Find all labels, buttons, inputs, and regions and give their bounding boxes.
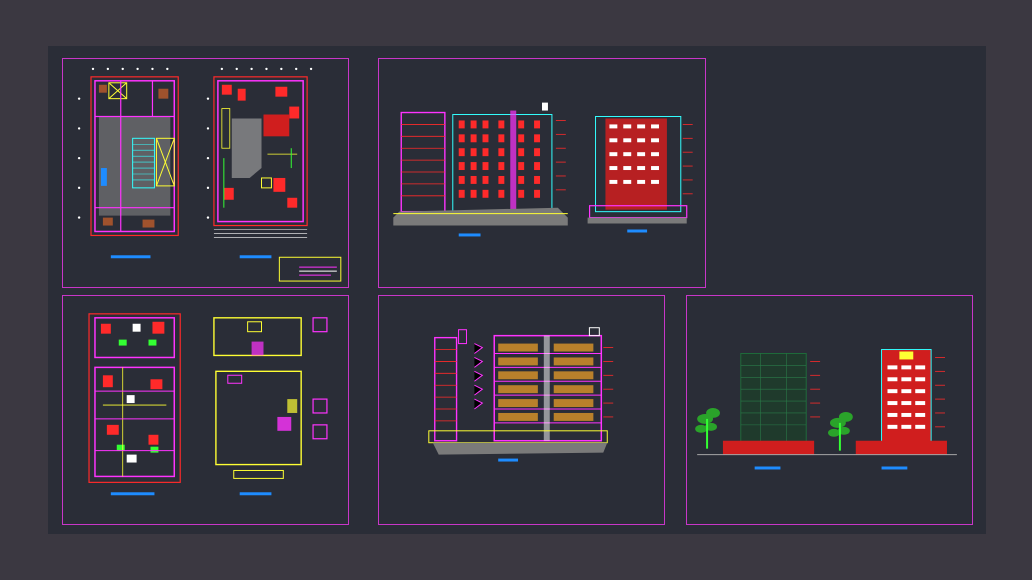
- tree-left-icon: [695, 408, 720, 449]
- floor-plans-upper-drawing: [77, 67, 342, 282]
- elevations-pair-drawing: [393, 102, 693, 237]
- sheet-elevations-pair[interactable]: [378, 58, 706, 288]
- level-marks-right: [682, 124, 693, 195]
- sheet-floor-plans-upper[interactable]: [62, 58, 349, 288]
- plan-upper-floors: [88, 313, 181, 483]
- floor-plans-lower-drawing: [88, 313, 328, 496]
- building-section-drawing: [428, 327, 614, 462]
- sheet-building-section[interactable]: [378, 295, 665, 525]
- plan-typical-floor: [213, 76, 308, 238]
- elevation-right: [587, 116, 688, 224]
- elevation-dark-block: [722, 353, 815, 455]
- elevation-left: [393, 102, 568, 226]
- plan-title-bar: [110, 255, 151, 259]
- cad-model-space[interactable]: [48, 46, 986, 534]
- plan-ground-floor: [90, 76, 179, 237]
- tree-right-icon: [828, 411, 853, 451]
- plan-roof: [213, 317, 328, 479]
- level-marks-left: [555, 120, 566, 191]
- plan-title-bar-2: [239, 255, 272, 259]
- title-block: [278, 256, 342, 282]
- sheet-floor-plans-lower[interactable]: [62, 295, 349, 525]
- sheet-exterior-elevations[interactable]: [686, 295, 973, 525]
- elevation-red-tower: [855, 349, 947, 455]
- exterior-elevations-drawing: [695, 349, 957, 470]
